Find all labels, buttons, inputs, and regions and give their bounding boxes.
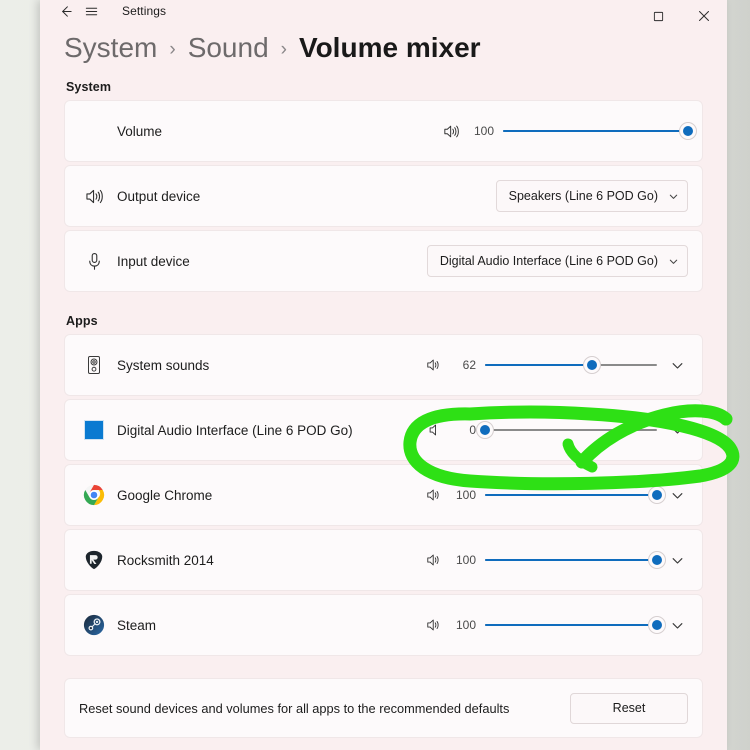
slider-thumb[interactable] — [648, 486, 666, 504]
close-button[interactable] — [681, 0, 727, 22]
app-slider-group: 100 — [424, 616, 688, 634]
microphone-icon — [79, 252, 109, 271]
volume-label: Volume — [117, 123, 163, 139]
slider-fill — [485, 623, 657, 627]
volume-value: 100 — [473, 124, 494, 138]
app-volume-value: 100 — [455, 488, 476, 502]
slider-thumb[interactable] — [476, 421, 494, 439]
settings-window: Settings System › Sound › Volume mixer S… — [40, 0, 727, 750]
slider-fill — [485, 493, 657, 497]
app-volume-value: 62 — [462, 358, 476, 372]
speaker-loud-icon[interactable] — [424, 358, 443, 372]
window-controls — [635, 0, 727, 22]
app-slider-group: 0 — [424, 421, 688, 439]
app-slider-group: 100 — [424, 551, 688, 569]
app-label: Google Chrome — [117, 487, 213, 503]
reset-description: Reset sound devices and volumes for all … — [79, 700, 510, 716]
speaker-muted-icon[interactable] — [424, 423, 443, 437]
slider-thumb[interactable] — [648, 551, 666, 569]
volume-row: Volume 100 — [64, 100, 703, 162]
chevron-down-icon[interactable] — [666, 619, 688, 632]
hamburger-icon[interactable] — [78, 0, 104, 22]
system-group: System Volume 100 Output device Speakers… — [64, 80, 703, 292]
app-volume-slider[interactable] — [485, 616, 666, 634]
app-slider-group: 62 — [424, 356, 688, 374]
breadcrumb-item-sound[interactable]: Sound — [188, 32, 269, 64]
maximize-button[interactable] — [635, 0, 681, 22]
page-title: Volume mixer — [298, 32, 481, 63]
input-device-select[interactable]: Digital Audio Interface (Line 6 POD Go) — [426, 245, 688, 277]
speaker-loud-icon[interactable] — [424, 553, 443, 567]
app-volume-slider[interactable] — [476, 421, 657, 439]
chevron-down-icon[interactable] — [666, 489, 688, 502]
app-label: Steam — [117, 617, 157, 633]
chevron-down-icon[interactable] — [666, 359, 688, 372]
title-bar: Settings — [40, 0, 727, 22]
speaker-loud-icon — [442, 124, 461, 139]
rocksmith-pick-icon — [79, 549, 109, 571]
output-device-row: Output device Speakers (Line 6 POD Go) — [64, 165, 703, 227]
speaker-cabinet-icon — [79, 354, 109, 376]
speaker-loud-icon[interactable] — [424, 488, 443, 502]
breadcrumb: System › Sound › Volume mixer — [40, 22, 727, 64]
app-volume-slider[interactable] — [485, 551, 666, 569]
slider-fill — [503, 129, 688, 133]
blue-square-icon — [79, 420, 109, 440]
app-volume-value: 0 — [469, 423, 476, 437]
settings-content: System Volume 100 Output device Speakers… — [40, 80, 727, 738]
app-title: Settings — [122, 4, 167, 18]
reset-row: Reset sound devices and volumes for all … — [64, 678, 703, 738]
app-row-digital-audio-interface: Digital Audio Interface (Line 6 POD Go) … — [64, 399, 703, 461]
app-row-steam: Steam 100 — [64, 594, 703, 656]
app-row-system-sounds: System sounds 62 — [64, 334, 703, 396]
app-label: System sounds — [117, 357, 210, 373]
chevron-down-icon — [668, 256, 679, 267]
slider-fill — [485, 558, 657, 562]
slider-rail — [485, 428, 657, 432]
app-row-rocksmith-2014: Rocksmith 2014 100 — [64, 529, 703, 591]
app-row-google-chrome: Google Chrome 100 — [64, 464, 703, 526]
speaker-loud-icon — [79, 188, 109, 205]
slider-thumb[interactable] — [648, 616, 666, 634]
slider-thumb[interactable] — [582, 356, 601, 374]
apps-group: Apps System sounds 62 Digital Audio Inte… — [64, 314, 703, 656]
system-section-label: System — [66, 80, 112, 94]
app-volume-slider[interactable] — [485, 356, 657, 374]
breadcrumb-separator: › — [280, 39, 287, 60]
output-device-select[interactable]: Speakers (Line 6 POD Go) — [495, 180, 688, 212]
chrome-icon — [79, 484, 109, 506]
app-volume-value: 100 — [455, 618, 476, 632]
chevron-down-icon[interactable] — [666, 554, 688, 567]
chevron-down-icon — [668, 191, 679, 202]
slider-fill — [485, 363, 592, 367]
app-label: Rocksmith 2014 — [117, 552, 214, 568]
app-volume-value: 100 — [455, 553, 476, 567]
app-label: Digital Audio Interface (Line 6 POD Go) — [117, 422, 353, 438]
input-device-row: Input device Digital Audio Interface (Li… — [64, 230, 703, 292]
back-button[interactable] — [52, 0, 78, 22]
app-volume-slider[interactable] — [485, 486, 666, 504]
apps-section-label: Apps — [66, 314, 98, 328]
slider-thumb[interactable] — [679, 122, 697, 140]
app-slider-group: 100 — [424, 486, 688, 504]
speaker-loud-icon[interactable] — [424, 618, 443, 632]
input-device-label: Input device — [117, 253, 190, 269]
chevron-down-icon[interactable] — [666, 424, 688, 437]
breadcrumb-item-system[interactable]: System — [64, 32, 157, 64]
volume-slider-group: 100 — [442, 122, 697, 140]
breadcrumb-separator: › — [169, 39, 176, 60]
output-device-label: Output device — [117, 188, 201, 204]
reset-button[interactable]: Reset — [570, 692, 688, 724]
steam-icon — [79, 614, 109, 636]
volume-slider[interactable] — [503, 122, 697, 140]
output-device-value: Speakers (Line 6 POD Go) — [508, 189, 658, 203]
input-device-value: Digital Audio Interface (Line 6 POD Go) — [439, 254, 658, 268]
